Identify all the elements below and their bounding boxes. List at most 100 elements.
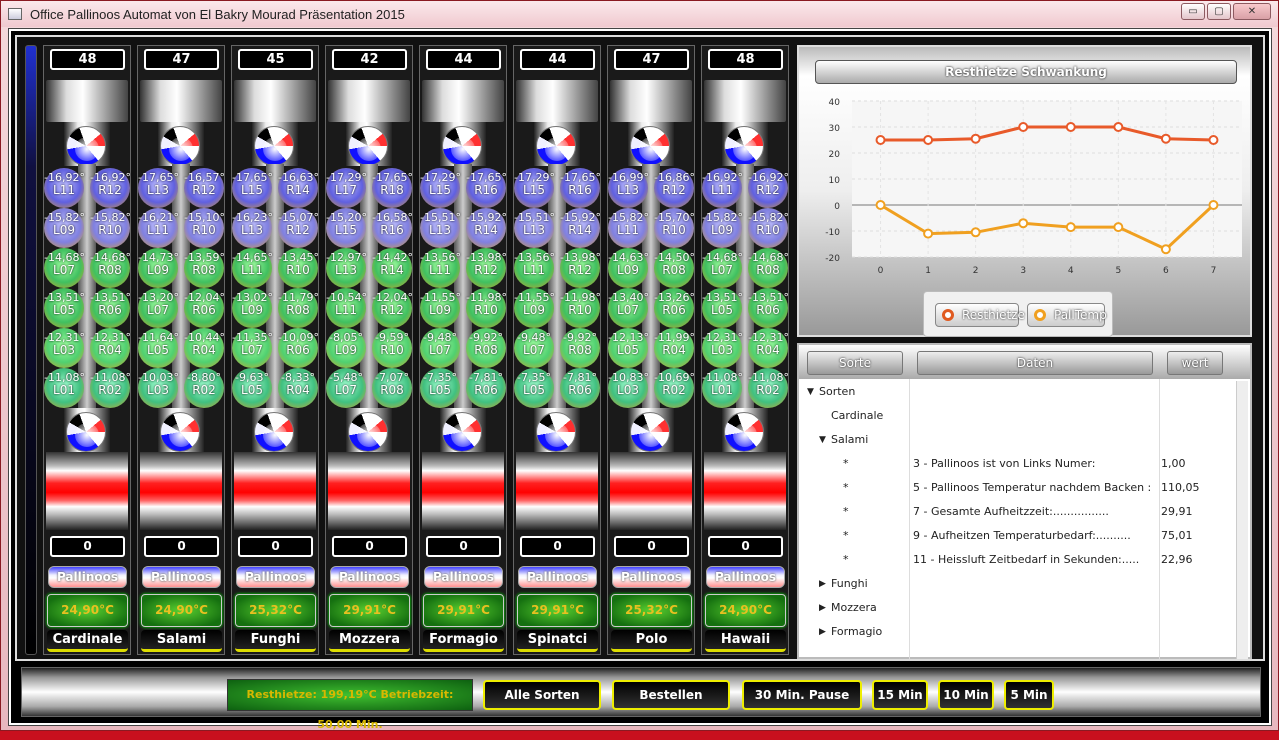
oven-cell-right[interactable]: -16,58° R16 [372, 208, 413, 248]
oven-cell-right[interactable]: -10,69° R02 [654, 368, 695, 408]
alle-sorten-button[interactable]: Alle Sorten [483, 680, 601, 710]
data-point[interactable] [1065, 122, 1076, 132]
pallinoos-button[interactable]: Pallinoos [236, 566, 315, 588]
oven-cell-right[interactable]: -13,26° R06 [654, 288, 695, 328]
min-10-button[interactable]: 10 Min [938, 680, 994, 710]
pallinoos-button[interactable]: Pallinoos [612, 566, 691, 588]
oven-cell-left[interactable]: -13,40° L07 [608, 288, 649, 328]
data-point[interactable] [1160, 133, 1171, 144]
min-15-button[interactable]: 15 Min [872, 680, 928, 710]
oven-cell-left[interactable]: -14,65° L11 [232, 248, 273, 288]
data-point[interactable] [923, 228, 934, 239]
oven-cell-right[interactable]: -8,80° R02 [184, 368, 224, 408]
oven-cell-right[interactable]: -14,68° R08 [748, 248, 789, 288]
oven-cell-right[interactable]: -14,42° R14 [372, 248, 413, 288]
oven-cell-left[interactable]: -16,21° L11 [138, 208, 179, 248]
oven-cell-left[interactable]: -17,29° L15 [514, 168, 555, 208]
oven-cell-right[interactable]: -10,44° R04 [184, 328, 225, 368]
tree-item-label[interactable]: * [843, 481, 849, 494]
oven-cell-right[interactable]: -16,86° R12 [654, 168, 695, 208]
min-5-button[interactable]: 5 Min [1004, 680, 1054, 710]
oven-cell-left[interactable]: -16,92° L11 [702, 168, 743, 208]
oven-cell-right[interactable]: -11,98° R10 [466, 288, 507, 328]
oven-cell-left[interactable]: -10,03° L03 [138, 368, 179, 408]
legend-palltemp[interactable]: PallTemp [1027, 303, 1107, 327]
expand-toggle-icon[interactable]: ▼ [819, 435, 826, 445]
oven-cell-left[interactable]: -13,02° L09 [232, 288, 273, 328]
oven-cell-right[interactable]: -11,08° R02 [90, 368, 131, 408]
oven-cell-right[interactable]: -16,92° R12 [90, 168, 131, 208]
data-point[interactable] [970, 227, 981, 238]
oven-cell-left[interactable]: -14,63° L09 [608, 248, 649, 288]
oven-cell-right[interactable]: -13,51° R06 [748, 288, 789, 328]
oven-cell-left[interactable]: -7,35° L05 [420, 368, 460, 408]
pizza-name-button[interactable]: Salami [141, 630, 222, 652]
oven-cell-left[interactable]: -12,31° L03 [44, 328, 85, 368]
oven-cell-right[interactable]: -9,92° R08 [560, 328, 600, 368]
data-point[interactable] [1208, 200, 1219, 210]
oven-cell-left[interactable]: -12,31° L03 [702, 328, 743, 368]
pallinoos-button[interactable]: Pallinoos [142, 566, 221, 588]
oven-cell-right[interactable]: -11,98° R10 [560, 288, 601, 328]
oven-cell-left[interactable]: -11,35° L07 [232, 328, 273, 368]
oven-cell-left[interactable]: -15,51° L13 [420, 208, 461, 248]
oven-cell-left[interactable]: -7,35° L05 [514, 368, 554, 408]
oven-cell-left[interactable]: -17,65° L13 [138, 168, 179, 208]
oven-cell-left[interactable]: -16,92° L11 [44, 168, 85, 208]
oven-cell-left[interactable]: -9,48° L07 [420, 328, 460, 368]
pallinoos-button[interactable]: Pallinoos [424, 566, 503, 588]
oven-cell-right[interactable]: -12,31° R04 [748, 328, 789, 368]
tree-item-label[interactable]: * [843, 553, 849, 566]
oven-cell-right[interactable]: -9,59° R10 [372, 328, 412, 368]
oven-cell-left[interactable]: -14,73° L09 [138, 248, 179, 288]
close-button[interactable]: ✕ [1233, 3, 1271, 20]
tree-item-label[interactable]: * [843, 457, 849, 470]
oven-cell-right[interactable]: -15,70° R10 [654, 208, 695, 248]
oven-cell-right[interactable]: -13,51° R06 [90, 288, 131, 328]
oven-cell-right[interactable]: -9,92° R08 [466, 328, 506, 368]
oven-cell-right[interactable]: -7,81° R06 [560, 368, 600, 408]
data-point[interactable] [1065, 222, 1076, 233]
oven-cell-left[interactable]: -5,48° L07 [326, 368, 366, 408]
oven-cell-left[interactable]: -17,65° L15 [232, 168, 273, 208]
oven-cell-left[interactable]: -13,51° L05 [44, 288, 85, 328]
oven-cell-left[interactable]: -11,55° L09 [514, 288, 555, 328]
oven-cell-left[interactable]: -17,29° L17 [326, 168, 367, 208]
tree-item-label[interactable]: * [843, 505, 849, 518]
oven-cell-left[interactable]: -10,83° L03 [608, 368, 649, 408]
oven-cell-right[interactable]: -12,04° R06 [184, 288, 225, 328]
pizza-name-button[interactable]: Polo [611, 630, 692, 652]
oven-cell-left[interactable]: -11,08° L01 [44, 368, 85, 408]
oven-cell-right[interactable]: -10,09° R06 [278, 328, 319, 368]
data-point[interactable] [970, 133, 981, 144]
pallinoos-button[interactable]: Pallinoos [330, 566, 409, 588]
data-point[interactable] [1113, 122, 1124, 132]
tree-item-label[interactable]: Mozzera [831, 601, 877, 614]
oven-cell-right[interactable]: -16,63° R14 [278, 168, 319, 208]
oven-cell-left[interactable]: -13,56° L11 [514, 248, 555, 288]
oven-cell-left[interactable]: -10,54° L11 [326, 288, 367, 328]
oven-cell-left[interactable]: -16,99° L13 [608, 168, 649, 208]
bestellen-button[interactable]: Bestellen [612, 680, 730, 710]
expand-toggle-icon[interactable]: ▼ [807, 387, 814, 397]
data-point[interactable] [1160, 244, 1171, 255]
tree-item-label[interactable]: * [843, 529, 849, 542]
oven-cell-right[interactable]: -12,31° R04 [90, 328, 131, 368]
oven-cell-left[interactable]: -15,82° L09 [44, 208, 85, 248]
oven-cell-left[interactable]: -15,20° L15 [326, 208, 367, 248]
pizza-name-button[interactable]: Hawaii [705, 630, 786, 652]
oven-cell-right[interactable]: -17,65° R16 [466, 168, 507, 208]
oven-cell-right[interactable]: -17,65° R16 [560, 168, 601, 208]
data-point[interactable] [875, 200, 886, 210]
oven-cell-left[interactable]: -9,48° L07 [514, 328, 554, 368]
oven-cell-left[interactable]: -11,08° L01 [702, 368, 743, 408]
oven-cell-left[interactable]: -12,97° L13 [326, 248, 367, 288]
oven-cell-right[interactable]: -15,82° R10 [748, 208, 789, 248]
oven-cell-left[interactable]: -12,13° L05 [608, 328, 649, 368]
expand-toggle-icon[interactable]: ▶ [819, 579, 826, 589]
header-sorte[interactable]: Sorte [807, 351, 903, 375]
tree-item-label[interactable]: Cardinale [831, 409, 883, 422]
oven-cell-right[interactable]: -15,07° R12 [278, 208, 319, 248]
oven-cell-right[interactable]: -13,98° R12 [560, 248, 601, 288]
oven-cell-right[interactable]: -16,92° R12 [748, 168, 789, 208]
